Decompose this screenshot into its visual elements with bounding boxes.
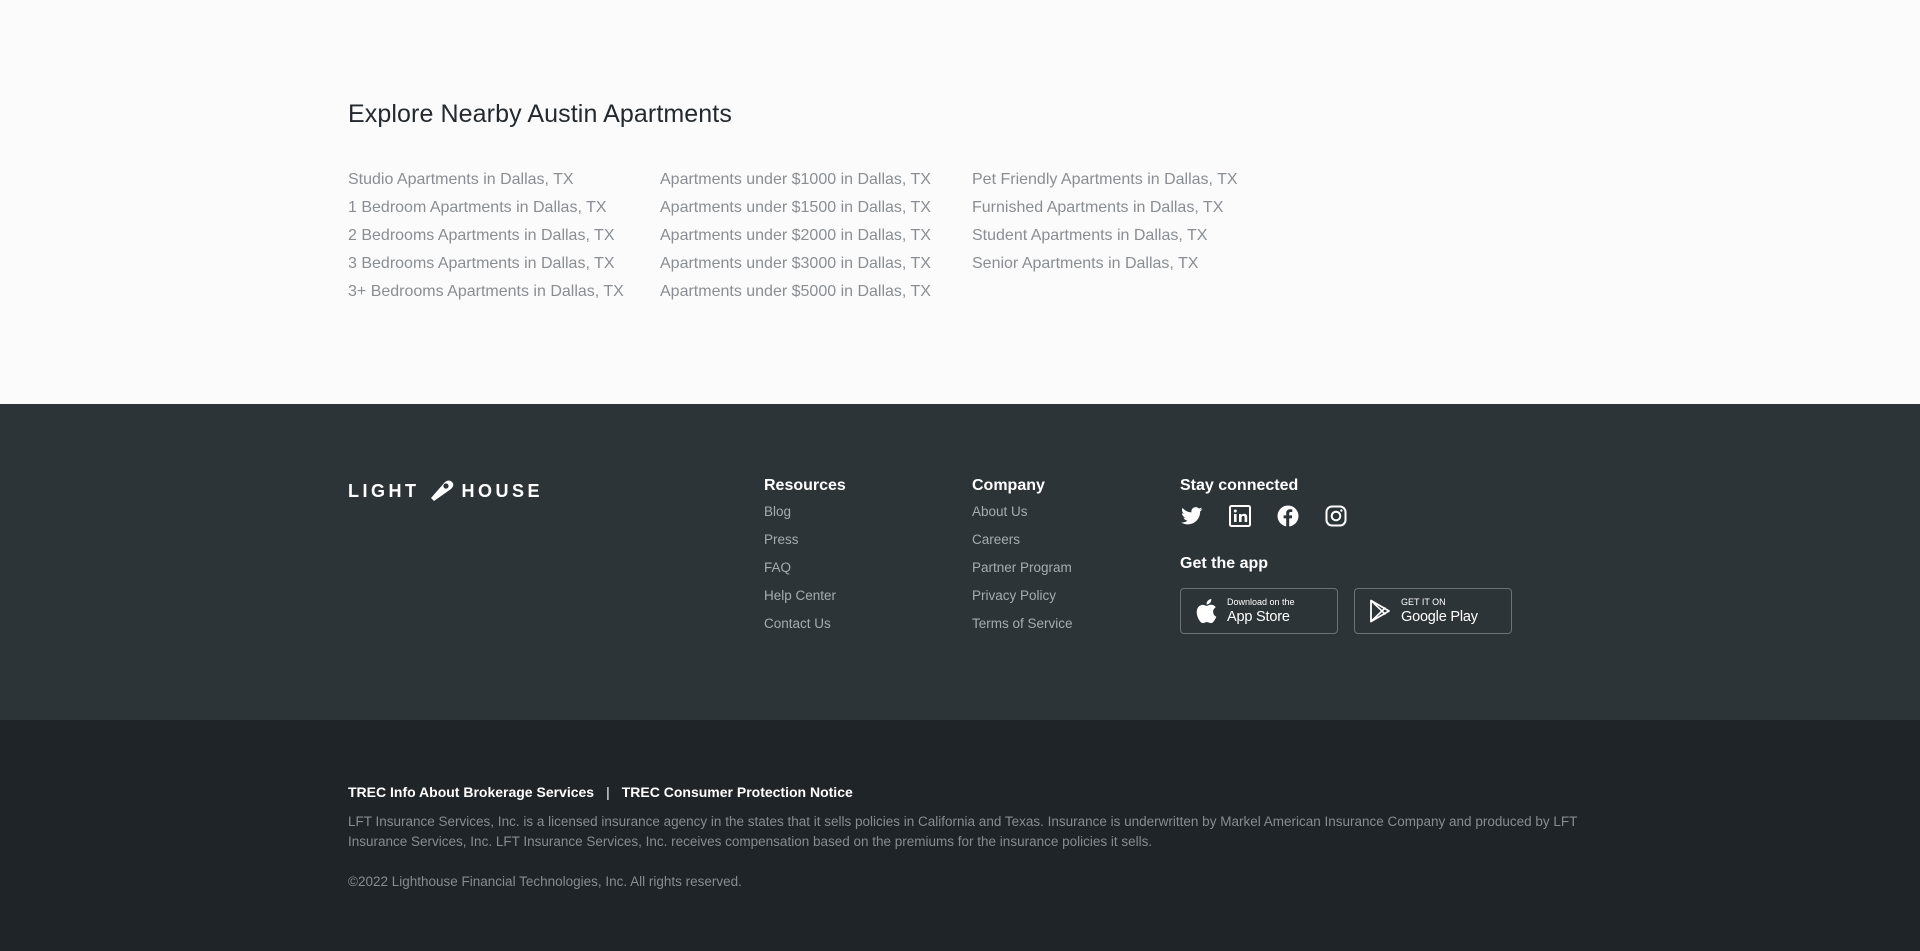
footer-link-press[interactable]: Press [764, 532, 846, 560]
twitter-icon[interactable] [1180, 504, 1204, 528]
explore-column-bedrooms: Studio Apartments in Dallas, TX 1 Bedroo… [348, 170, 624, 310]
trec-separator: | [606, 784, 610, 800]
explore-link[interactable]: Apartments under $2000 in Dallas, TX [660, 226, 931, 254]
explore-link[interactable]: Apartments under $1000 in Dallas, TX [660, 170, 931, 198]
google-play-big-text: Google Play [1401, 608, 1478, 625]
app-store-button[interactable]: Download on the App Store [1180, 588, 1338, 634]
explore-link[interactable]: Apartments under $3000 in Dallas, TX [660, 254, 931, 282]
explore-link[interactable]: Furnished Apartments in Dallas, TX [972, 198, 1238, 226]
app-store-small-text: Download on the [1227, 596, 1295, 607]
copyright-text: ©2022 Lighthouse Financial Technologies,… [348, 874, 742, 889]
explore-link[interactable]: Senior Apartments in Dallas, TX [972, 254, 1238, 282]
app-store-big-text: App Store [1227, 608, 1290, 625]
site-footer: LIGHT HOUSE Resources Blog Press FAQ Hel… [0, 404, 1920, 720]
app-store-badges: Download on the App Store GET IT ON Goog… [1180, 588, 1512, 634]
footer-link-blog[interactable]: Blog [764, 504, 846, 532]
company-heading: Company [972, 477, 1045, 494]
explore-column-features: Pet Friendly Apartments in Dallas, TX Fu… [972, 170, 1238, 282]
google-play-icon [1370, 599, 1390, 623]
footer-link-about-us[interactable]: About Us [972, 504, 1073, 532]
linkedin-icon[interactable] [1228, 504, 1252, 528]
get-app-heading: Get the app [1180, 555, 1269, 572]
footer-link-privacy-policy[interactable]: Privacy Policy [972, 588, 1073, 616]
apple-icon [1196, 599, 1217, 624]
explore-link[interactable]: Pet Friendly Apartments in Dallas, TX [972, 170, 1238, 198]
resources-column: Resources Blog Press FAQ Help Center Con… [764, 476, 846, 644]
insurance-disclaimer: LFT Insurance Services, Inc. is a licens… [348, 814, 1578, 849]
google-play-small-text: GET IT ON [1401, 596, 1446, 607]
explore-link[interactable]: 1 Bedroom Apartments in Dallas, TX [348, 198, 624, 226]
explore-link[interactable]: Student Apartments in Dallas, TX [972, 226, 1238, 254]
legal-section: TREC Info About Brokerage Services | TRE… [0, 720, 1920, 951]
logo-text-right: HOUSE [461, 480, 544, 501]
explore-title: Explore Nearby Austin Apartments [348, 100, 732, 128]
explore-link[interactable]: 2 Bedrooms Apartments in Dallas, TX [348, 226, 624, 254]
explore-link[interactable]: 3 Bedrooms Apartments in Dallas, TX [348, 254, 624, 282]
explore-column-price: Apartments under $1000 in Dallas, TX Apa… [660, 170, 931, 310]
resources-heading: Resources [764, 477, 846, 494]
footer-link-careers[interactable]: Careers [972, 532, 1073, 560]
stay-connected-column: Stay connected Get the app Download on t… [1180, 476, 1512, 634]
footer-link-terms-of-service[interactable]: Terms of Service [972, 616, 1073, 644]
social-links [1180, 504, 1512, 528]
explore-section: Explore Nearby Austin Apartments Studio … [0, 0, 1920, 404]
footer-link-help-center[interactable]: Help Center [764, 588, 846, 616]
explore-link[interactable]: Apartments under $1500 in Dallas, TX [660, 198, 931, 226]
logo-text-left: LIGHT [348, 480, 420, 501]
trec-notice-link[interactable]: TREC Consumer Protection Notice [622, 784, 853, 800]
footer-link-faq[interactable]: FAQ [764, 560, 846, 588]
facebook-icon[interactable] [1276, 504, 1300, 528]
instagram-icon[interactable] [1324, 504, 1348, 528]
footer-link-partner-program[interactable]: Partner Program [972, 560, 1073, 588]
stay-connected-heading: Stay connected [1180, 477, 1299, 494]
logo-mark-icon [430, 480, 453, 501]
trec-info-link[interactable]: TREC Info About Brokerage Services [348, 784, 594, 800]
company-column: Company About Us Careers Partner Program… [972, 476, 1073, 644]
explore-link[interactable]: Apartments under $5000 in Dallas, TX [660, 282, 931, 310]
trec-links: TREC Info About Brokerage Services | TRE… [348, 784, 853, 800]
explore-link[interactable]: Studio Apartments in Dallas, TX [348, 170, 624, 198]
google-play-button[interactable]: GET IT ON Google Play [1354, 588, 1512, 634]
footer-link-contact-us[interactable]: Contact Us [764, 616, 846, 644]
lighthouse-logo[interactable]: LIGHT HOUSE [348, 476, 543, 506]
explore-link[interactable]: 3+ Bedrooms Apartments in Dallas, TX [348, 282, 624, 310]
